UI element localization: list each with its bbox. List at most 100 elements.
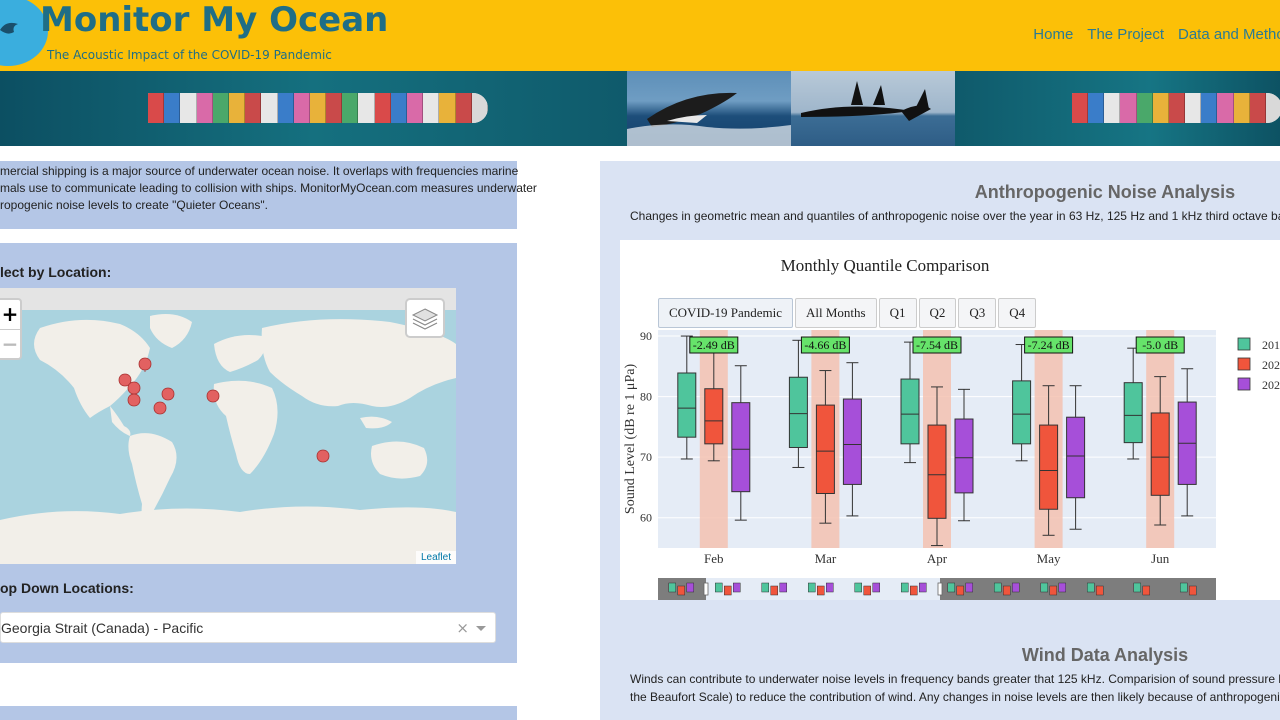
mini-box bbox=[1087, 582, 1095, 593]
x-tick-label: May bbox=[1037, 551, 1061, 566]
mini-box bbox=[910, 585, 918, 596]
intro-text: mercial shipping is a major source of un… bbox=[0, 163, 537, 214]
mini-box bbox=[872, 582, 880, 593]
legend-label: 201 bbox=[1262, 338, 1280, 352]
nav-the-project[interactable]: The Project bbox=[1087, 26, 1164, 43]
x-tick-label: Apr bbox=[927, 551, 948, 566]
diff-label: -4.66 dB bbox=[804, 338, 846, 352]
wind-analysis-description: Winds can contribute to underwater noise… bbox=[630, 670, 1280, 706]
mini-box bbox=[686, 582, 694, 593]
mini-box bbox=[668, 582, 676, 593]
mini-box bbox=[826, 582, 834, 593]
mini-box bbox=[724, 585, 732, 596]
mini-box bbox=[1003, 585, 1011, 596]
noise-analysis-title: Anthropogenic Noise Analysis bbox=[974, 182, 1236, 202]
mini-box bbox=[761, 582, 769, 593]
box-201 bbox=[900, 378, 920, 445]
mini-box bbox=[1180, 582, 1188, 593]
y-tick-label: 90 bbox=[640, 329, 652, 343]
legend-swatch bbox=[1237, 377, 1251, 391]
legend-label: 202 bbox=[1262, 378, 1280, 392]
diff-label: -7.24 dB bbox=[1028, 338, 1070, 352]
dropdown-locations-label: op Down Locations: bbox=[0, 580, 134, 596]
select-location-label: lect by Location: bbox=[0, 264, 112, 280]
range-slider-handle bbox=[937, 582, 943, 596]
mini-box bbox=[715, 582, 723, 593]
diff-label: -5.0 dB bbox=[1142, 338, 1178, 352]
mini-box bbox=[1049, 585, 1057, 596]
box-202 bbox=[1039, 424, 1059, 510]
wind-line: Winds can contribute to underwater noise… bbox=[630, 672, 1280, 686]
nav-data-and-methods[interactable]: Data and Metho bbox=[1178, 26, 1280, 43]
mini-box bbox=[1040, 582, 1048, 593]
mini-box bbox=[854, 582, 862, 593]
location-select[interactable]: Georgia Strait (Canada) - Pacific × bbox=[0, 612, 496, 643]
box-202 bbox=[954, 418, 974, 494]
legend-swatch bbox=[1237, 357, 1251, 371]
mini-box bbox=[1189, 585, 1197, 596]
layers-icon[interactable] bbox=[405, 298, 445, 338]
mini-box bbox=[1096, 585, 1104, 596]
location-select-value: Georgia Strait (Canada) - Pacific bbox=[1, 620, 204, 636]
hero-banner bbox=[0, 71, 1280, 146]
mini-box bbox=[994, 582, 1002, 593]
legend-swatch bbox=[1237, 337, 1251, 351]
box-202 bbox=[1150, 412, 1170, 496]
box-plot-chart: 60 70 80 90 Sound Level (dB re 1 μPa) -2.49 d… bbox=[623, 329, 1280, 600]
intro-line: mals use to communicate leading to colli… bbox=[0, 181, 537, 195]
banner-orca-photo bbox=[791, 71, 955, 146]
banner-humpback-whale-photo bbox=[627, 71, 791, 146]
mini-box bbox=[947, 582, 955, 593]
box-201 bbox=[677, 372, 697, 438]
box-202 bbox=[1066, 416, 1086, 499]
location-map[interactable]: + − Leaflet bbox=[0, 288, 456, 564]
mini-box bbox=[779, 582, 787, 593]
y-tick-label: 70 bbox=[640, 450, 652, 464]
clear-icon[interactable]: × bbox=[456, 619, 469, 637]
chevron-down-icon[interactable] bbox=[476, 626, 486, 631]
box-202 bbox=[842, 398, 862, 485]
mini-box bbox=[817, 585, 825, 596]
page-root: Monitor My Ocean The Acoustic Impact of … bbox=[0, 0, 1280, 720]
x-tick-label: Feb bbox=[704, 551, 724, 566]
mini-box bbox=[863, 585, 871, 596]
noise-analysis-description: Changes in geometric mean and quantiles … bbox=[630, 209, 1280, 223]
mini-box bbox=[1058, 582, 1066, 593]
mini-box bbox=[1012, 582, 1020, 593]
y-axis-label: Sound Level (dB re 1 μPa) bbox=[623, 364, 638, 515]
diff-label: -2.49 dB bbox=[693, 338, 735, 352]
zoom-in-button[interactable]: + bbox=[0, 300, 20, 329]
box-202 bbox=[927, 424, 947, 519]
intro-line: mercial shipping is a major source of un… bbox=[0, 164, 519, 178]
box-201 bbox=[788, 376, 808, 448]
mini-box bbox=[677, 585, 685, 596]
mini-box bbox=[808, 582, 816, 593]
site-title[interactable]: Monitor My Ocean bbox=[40, 0, 388, 40]
map-zoom-control: + − bbox=[0, 298, 22, 360]
map-attribution-link[interactable]: Leaflet bbox=[415, 551, 456, 564]
box-202 bbox=[731, 402, 751, 493]
map-markers bbox=[118, 357, 330, 463]
mini-box bbox=[965, 582, 973, 593]
site-header: Monitor My Ocean The Acoustic Impact of … bbox=[0, 0, 1280, 71]
legend-label: 202 bbox=[1262, 358, 1280, 372]
mini-box bbox=[901, 582, 909, 593]
diff-label: -7.54 dB bbox=[916, 338, 958, 352]
x-tick-label: Mar bbox=[815, 551, 837, 566]
range-slider-handle bbox=[703, 582, 709, 596]
nav-home[interactable]: Home bbox=[1033, 26, 1073, 43]
mini-box bbox=[1142, 585, 1150, 596]
wind-line: the Beaufort Scale) to reduce the contri… bbox=[630, 690, 1280, 704]
box-201 bbox=[1123, 382, 1143, 444]
zoom-out-button[interactable]: − bbox=[0, 329, 20, 358]
y-tick-label: 60 bbox=[640, 511, 652, 525]
site-subtitle: The Acoustic Impact of the COVID-19 Pand… bbox=[47, 48, 332, 62]
x-tick-label: Jun bbox=[1151, 551, 1170, 566]
box-202 bbox=[704, 388, 724, 445]
main-nav: Home The Project Data and Metho bbox=[1033, 26, 1280, 43]
mini-box bbox=[956, 585, 964, 596]
y-tick-label: 80 bbox=[640, 390, 652, 404]
mini-box bbox=[733, 582, 741, 593]
chart-title: Monthly Quantile Comparison bbox=[780, 256, 990, 275]
next-panel bbox=[0, 706, 517, 720]
